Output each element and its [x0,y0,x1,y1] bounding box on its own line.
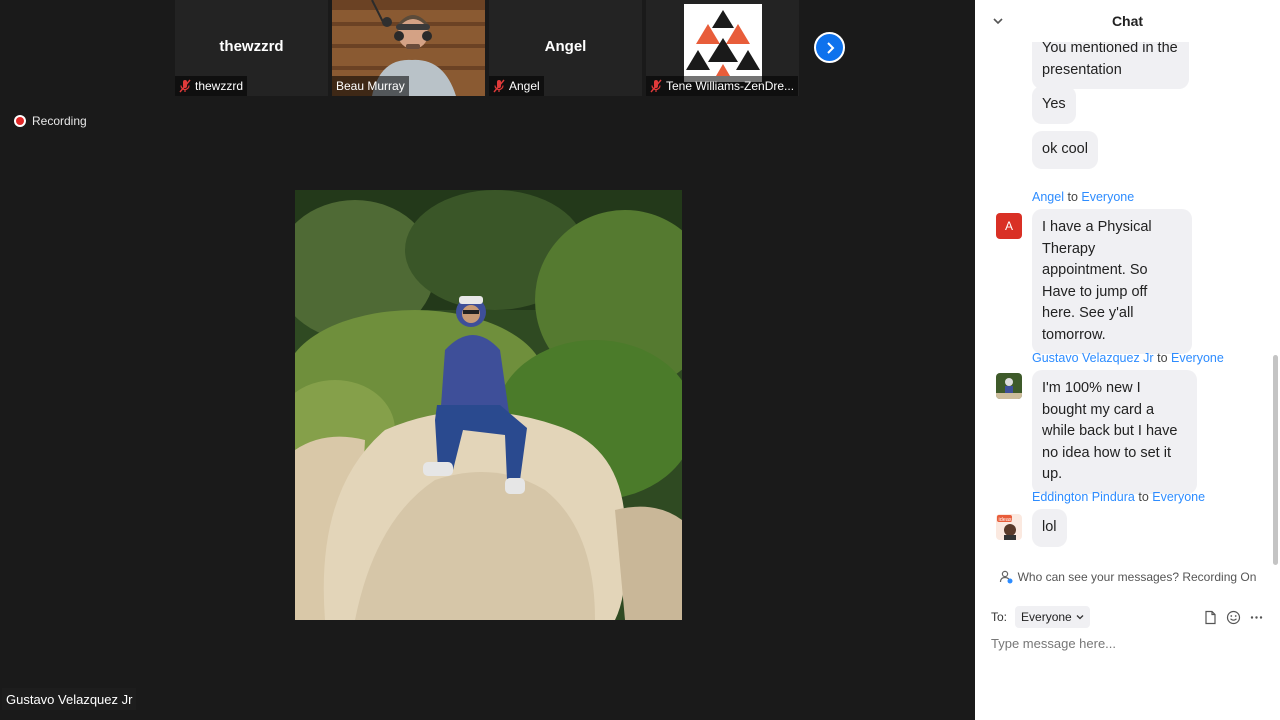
to-word: to [1157,351,1168,365]
next-participants-button[interactable] [814,32,845,63]
recipient-name: Everyone [1152,490,1206,504]
record-dot-icon [14,115,26,127]
chat-message: I have a Physical Therapy appointment. S… [1032,209,1192,354]
chat-message: ok cool [1032,131,1098,169]
privacy-notice-text: Who can see your messages? Recording On [1017,570,1257,584]
chat-messages: You mentioned in the presentation Yes ok… [975,42,1280,564]
chat-sender-line: Gustavo Velazquez Jr to Everyone [1032,351,1224,365]
muted-mic-icon [493,79,505,93]
avatar-logo-text: ideas [999,517,1012,523]
sender-name: Angel [1032,190,1064,204]
chat-sender-line: Eddington Pindura to Everyone [1032,490,1205,504]
participant-tile-angel[interactable]: Angel Angel [489,0,642,96]
participant-tile-tene-williams[interactable]: Tene Williams-ZenDre... [646,0,799,96]
participant-label: thewzzrd [175,76,248,96]
muted-mic-icon [650,79,662,93]
to-word: to [1138,490,1149,504]
recipient-name: Everyone [1081,190,1135,204]
recording-indicator[interactable]: Recording [14,114,87,128]
chevron-down-icon [1076,615,1084,620]
sender-name: Gustavo Velazquez Jr [1032,351,1154,365]
to-word: to [1067,190,1078,204]
recipient-select[interactable]: Everyone [1015,606,1090,628]
participant-tile-thewzzrd[interactable]: thewzzrd thewzzrd [175,0,328,96]
participant-label-text: thewzzrd [195,79,244,93]
participant-name-large: thewzzrd [219,38,284,55]
emoji-icon[interactable] [1226,610,1241,625]
avatar [996,373,1022,399]
chat-panel: Chat You mentioned in the presentation Y… [975,0,1280,720]
chevron-down-icon[interactable] [991,14,1005,28]
recipient-select-value: Everyone [1021,610,1072,624]
participant-tile-beau-murray[interactable]: Beau Murray [332,0,485,96]
chat-message: I'm 100% new I bought my card a while ba… [1032,370,1197,494]
chevron-right-icon [826,41,834,54]
active-speaker-photo [295,190,682,620]
to-label: To: [991,610,1008,624]
recipient-name: Everyone [1171,351,1224,365]
sender-name: Eddington Pindura [1032,490,1135,504]
chat-tools [1203,610,1264,625]
participant-label-text: Beau Murray [336,79,405,93]
file-icon[interactable] [1203,610,1218,625]
active-speaker-name: Gustavo Velazquez Jr [2,688,137,710]
chat-message: Yes [1032,86,1076,124]
more-icon[interactable] [1249,610,1264,625]
participant-label-text: Tene Williams-ZenDre... [666,79,795,93]
muted-mic-icon [179,79,191,93]
participant-label: Angel [489,76,544,96]
chat-message: lol [1032,509,1067,547]
participant-label-text: Angel [509,79,540,93]
participant-name-large: Angel [544,38,587,55]
avatar: ideas [996,514,1022,540]
participant-label: Beau Murray [332,76,409,96]
recipient-row: To: Everyone [991,605,1264,629]
recording-label: Recording [32,114,87,128]
chat-title: Chat [1111,13,1144,29]
chat-sender-line: Angel to Everyone [1032,190,1134,204]
chat-header: Chat [975,0,1280,42]
chat-message: You mentioned in the presentation [1032,42,1189,89]
message-input[interactable] [991,636,1251,651]
privacy-notice[interactable]: Who can see your messages? Recording On [975,570,1280,584]
chat-scrollbar[interactable] [1273,355,1278,565]
people-icon [999,570,1013,584]
meeting-stage: thewzzrd thewzzrd Beau Murray Angel Ange… [0,0,975,720]
avatar: A [996,213,1022,239]
zendre-logo [684,4,762,82]
participant-label: Tene Williams-ZenDre... [646,76,799,96]
